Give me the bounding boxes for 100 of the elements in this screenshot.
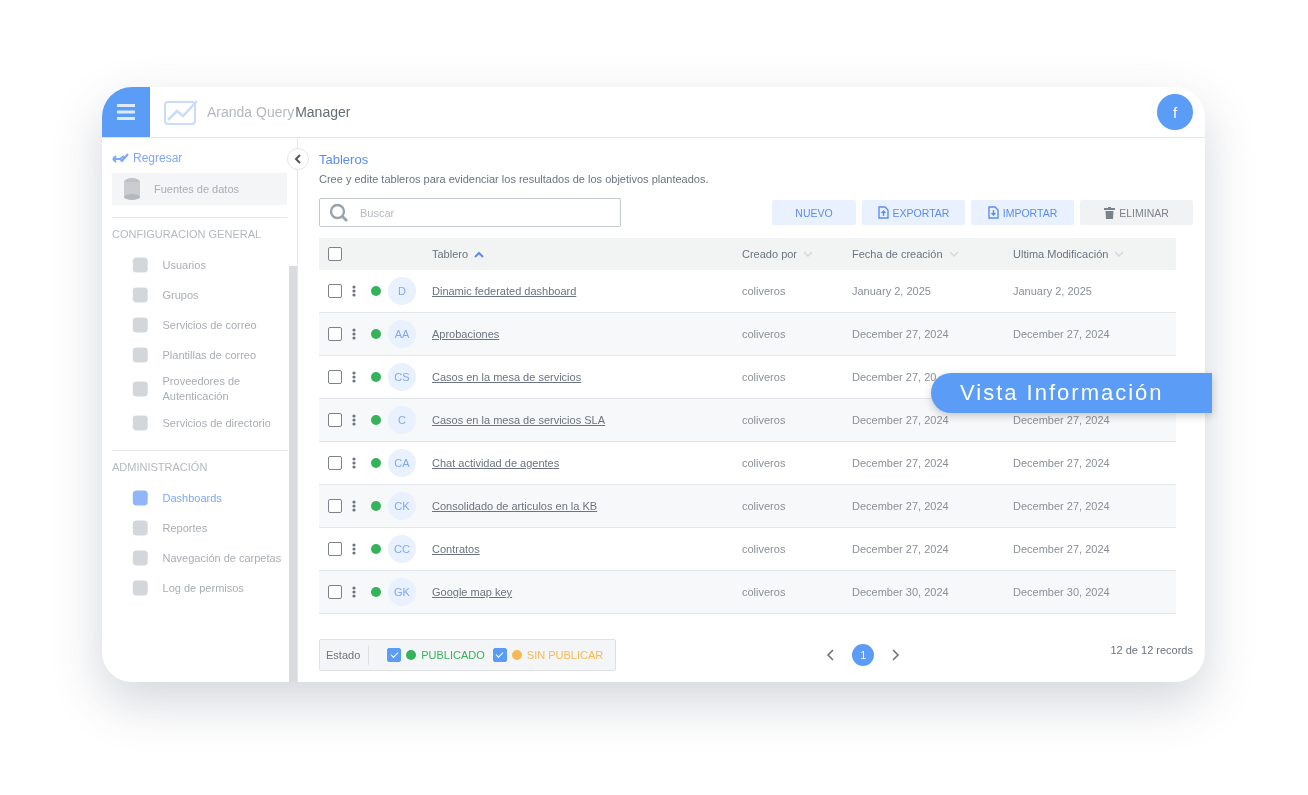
table-cell-text: December 27, 2024 bbox=[1013, 414, 1111, 426]
sidebar-item[interactable]: Plantillas de correo bbox=[112, 340, 282, 370]
sidebar-item[interactable]: Usuarios bbox=[112, 250, 282, 280]
initials-avatar: D bbox=[388, 277, 416, 305]
action-button[interactable]: IMPORTAR bbox=[971, 200, 1074, 225]
sidebar-item[interactable]: Servicios de correo bbox=[112, 310, 282, 340]
select-all-checkbox[interactable] bbox=[328, 247, 342, 261]
row-checkbox[interactable] bbox=[328, 413, 342, 427]
trash-icon bbox=[1104, 206, 1116, 219]
table-cell-text: December 27, 20 bbox=[852, 371, 938, 383]
menu-button[interactable] bbox=[102, 87, 150, 137]
filter-checkbox[interactable] bbox=[387, 648, 402, 662]
product-name: Manager bbox=[295, 104, 351, 120]
dashboard-link[interactable]: Consolidado de articulos en la KB bbox=[432, 500, 742, 512]
table-cell-text: coliveros bbox=[742, 328, 787, 340]
table-cell-text: December 27, 2024 bbox=[1013, 500, 1111, 512]
table-cell-text: coliveros bbox=[742, 414, 787, 426]
search-field[interactable]: Buscar bbox=[319, 198, 621, 227]
sidebar-item[interactable]: Reportes bbox=[112, 513, 282, 543]
sidebar-item[interactable]: Log de permisos bbox=[112, 573, 282, 603]
back-link[interactable]: Regresar bbox=[112, 151, 287, 165]
filter-label: Estado bbox=[320, 645, 370, 665]
collapse-button[interactable] bbox=[287, 148, 309, 170]
sidebar-item[interactable]: Navegación de carpetas bbox=[112, 543, 282, 573]
initials-avatar: GK bbox=[388, 578, 416, 606]
table-cell-text: December 27, 2024 bbox=[852, 543, 950, 555]
user-avatar[interactable]: f bbox=[1157, 94, 1193, 130]
dashboard-link[interactable]: Google map key bbox=[432, 586, 742, 598]
column-header[interactable]: Tablero bbox=[432, 248, 742, 260]
table-cell-text: coliveros bbox=[742, 500, 787, 512]
action-button[interactable]: NUEVO bbox=[772, 200, 856, 225]
page-button[interactable]: 1 bbox=[852, 644, 875, 666]
row-checkbox[interactable] bbox=[328, 327, 342, 341]
more-options-icon[interactable] bbox=[352, 500, 356, 512]
sidebar-item[interactable]: Servicios de directorio bbox=[112, 408, 282, 438]
dashboard-link[interactable]: Casos en la mesa de servicios SLA bbox=[432, 414, 742, 426]
rounded-square-icon bbox=[130, 255, 151, 275]
database-icon bbox=[122, 177, 142, 201]
dashboard-link[interactable]: Casos en la mesa de servicios bbox=[432, 371, 742, 383]
sidebar-item[interactable]: Proveedores de Autenticación bbox=[112, 370, 282, 408]
table-cell-text: December 30, 2024 bbox=[852, 586, 950, 598]
rounded-square-icon bbox=[130, 488, 151, 508]
row-checkbox[interactable] bbox=[328, 456, 342, 470]
column-header[interactable]: Fecha de creación bbox=[852, 248, 1013, 260]
dashboard-link[interactable]: Chat actividad de agentes bbox=[432, 457, 742, 469]
module-item[interactable]: Fuentes de datos bbox=[112, 173, 287, 205]
back-arrow-icon bbox=[112, 153, 130, 163]
initials-avatar: AA bbox=[388, 320, 416, 348]
page-subtitle: Cree y edite tableros para evidenciar los resultados de los objetivos planteados. bbox=[319, 173, 710, 185]
row-checkbox[interactable] bbox=[328, 370, 342, 384]
table-cell-text: January 2, 2025 bbox=[852, 285, 932, 297]
rounded-square-icon bbox=[130, 345, 151, 365]
previous-page-icon[interactable] bbox=[826, 648, 837, 662]
row-checkbox[interactable] bbox=[328, 284, 342, 298]
section-heading: CONFIGURACION GENERAL bbox=[112, 228, 263, 240]
dashboard-link[interactable]: Contratos bbox=[432, 543, 742, 555]
more-options-icon[interactable] bbox=[352, 328, 356, 340]
table-cell-text: December 27, 2024 bbox=[852, 414, 950, 426]
table-cell-text: December 27, 2024 bbox=[852, 328, 950, 340]
rounded-square-icon bbox=[130, 379, 151, 399]
page-title: Tableros bbox=[319, 152, 370, 167]
table-cell-text: January 2, 2025 bbox=[1013, 285, 1093, 297]
record-count: 12 de 12 records bbox=[1110, 644, 1193, 656]
more-options-icon[interactable] bbox=[352, 414, 356, 426]
more-options-icon[interactable] bbox=[352, 457, 356, 469]
sidebar-item[interactable]: Grupos bbox=[112, 280, 282, 310]
dashboard-link[interactable]: Dinamic federated dashboard bbox=[432, 285, 742, 297]
file-upload-icon bbox=[877, 206, 889, 219]
row-checkbox[interactable] bbox=[328, 585, 342, 599]
rounded-square-icon bbox=[130, 315, 151, 335]
action-button[interactable]: EXPORTAR bbox=[862, 200, 965, 225]
rounded-square-icon bbox=[130, 413, 151, 433]
initials-avatar: CS bbox=[388, 363, 416, 391]
table-cell-text: coliveros bbox=[742, 543, 787, 555]
rounded-square-icon bbox=[130, 578, 151, 598]
file-download-icon bbox=[987, 206, 999, 219]
table-cell-text: December 27, 2024 bbox=[1013, 543, 1111, 555]
next-page-icon[interactable] bbox=[890, 648, 901, 662]
rounded-square-icon bbox=[130, 285, 151, 305]
column-header[interactable]: Creado por bbox=[742, 248, 852, 260]
more-options-icon[interactable] bbox=[352, 371, 356, 383]
filter-checkbox[interactable] bbox=[492, 648, 507, 662]
more-options-icon[interactable] bbox=[352, 285, 356, 297]
row-checkbox[interactable] bbox=[328, 499, 342, 513]
table-cell-text: coliveros bbox=[742, 285, 787, 297]
more-options-icon[interactable] bbox=[352, 543, 356, 555]
scrollbar[interactable] bbox=[289, 266, 297, 682]
table-cell-text: coliveros bbox=[742, 371, 787, 383]
row-checkbox[interactable] bbox=[328, 542, 342, 556]
rounded-square-icon bbox=[130, 518, 151, 538]
sort-up-icon[interactable] bbox=[474, 250, 485, 258]
dashboard-link[interactable]: Aprobaciones bbox=[432, 328, 742, 340]
column-header[interactable]: Ultima Modificación bbox=[1013, 248, 1176, 260]
brand-name: Aranda Query bbox=[207, 104, 295, 120]
sidebar-item[interactable]: Dashboards bbox=[112, 483, 282, 513]
more-options-icon[interactable] bbox=[352, 586, 356, 598]
filter-option-label: SIN PUBLICAR bbox=[526, 649, 604, 661]
table-cell-text: December 27, 2024 bbox=[1013, 457, 1111, 469]
table-cell-text: December 27, 2024 bbox=[852, 500, 950, 512]
initials-avatar: C bbox=[388, 406, 416, 434]
